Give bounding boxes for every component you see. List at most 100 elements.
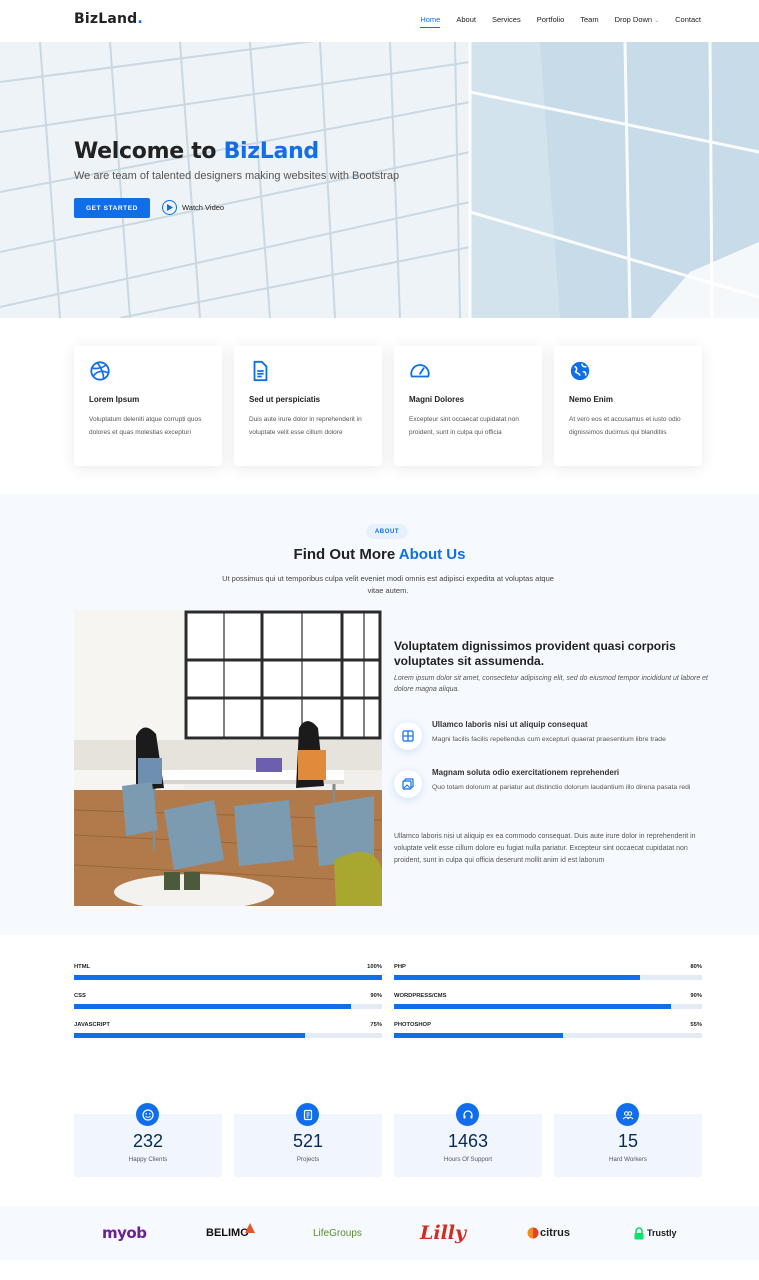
images-icon <box>394 770 422 798</box>
file-icon <box>253 360 268 382</box>
count-label: Projects <box>296 1156 320 1163</box>
count-box: 15 Hard Workers <box>554 1103 702 1177</box>
skill-progress-bar <box>394 975 702 980</box>
feature-desc: Voluptatum deleniti atque corrupti quos … <box>89 416 202 436</box>
skill-name: HTML <box>74 964 91 970</box>
count-label: Hard Workers <box>608 1156 648 1163</box>
nav-team[interactable]: Team <box>580 15 598 24</box>
count-box: 521 Projects <box>234 1103 382 1177</box>
nav-dropdown[interactable]: Drop Down ⌄ <box>615 15 660 24</box>
feature-card[interactable]: Lorem Ipsum Voluptatum deleniti atque co… <box>74 346 222 466</box>
main-nav: Home About Services Portfolio Team Drop … <box>404 15 701 28</box>
about-feature-title: Ullamco laboris nisi ut aliquip consequa… <box>432 720 588 729</box>
skill-percent: 75% <box>370 1022 382 1028</box>
feature-desc: Duis aute irure dolor in reprehenderit i… <box>249 416 362 436</box>
smile-icon <box>136 1103 159 1126</box>
nav-dropdown-label: Drop Down <box>614 15 653 24</box>
citrus-mark-icon <box>527 1227 539 1239</box>
skill-progress-fill <box>394 975 641 980</box>
hero-section: Welcome to BizLand We are team of talent… <box>0 42 759 318</box>
tachometer-icon <box>410 364 430 378</box>
nav-contact[interactable]: Contact <box>675 15 701 24</box>
headset-icon <box>456 1103 479 1126</box>
skill-percent: 100% <box>367 964 382 970</box>
client-logo-text: Trustly <box>647 1228 677 1238</box>
skill-progress-fill <box>74 1004 352 1009</box>
skill-percent: 90% <box>370 993 382 999</box>
watch-video-label: Watch Video <box>182 203 225 212</box>
count-box: 1463 Hours Of Support <box>394 1103 542 1177</box>
client-logo-trustly[interactable]: Trustly <box>633 1222 677 1244</box>
about-feature-item: Ullamco laboris nisi ut aliquip consequa… <box>394 720 714 750</box>
feature-title: Sed ut perspiciatis <box>249 395 321 404</box>
skill-javascript: JAVASCRIPT 75% <box>74 1022 382 1038</box>
client-logo-text: BELIMO <box>206 1227 249 1239</box>
section-description: Ut possimus qui ut temporibus culpa veli… <box>222 574 554 595</box>
dribbble-icon <box>90 361 110 381</box>
skill-progress-bar <box>74 1033 382 1038</box>
skill-name: WORDPRESS/CMS <box>394 993 447 999</box>
watch-video-button[interactable]: Watch Video <box>162 200 224 215</box>
client-logo-text: LifeGroups <box>313 1227 362 1239</box>
belimo-mark-icon <box>244 1223 255 1233</box>
about-lead: Lorem ipsum dolor sit amet, consectetur … <box>394 675 708 693</box>
skill-percent: 90% <box>690 993 702 999</box>
skill-php: PHP 80% <box>394 964 702 980</box>
skill-name: PHOTOSHOP <box>394 1022 431 1028</box>
about-feature-desc: Quo totam dolorum at pariatur aut distin… <box>432 784 691 791</box>
nav-home[interactable]: Home <box>420 15 441 28</box>
skill-css: CSS 90% <box>74 993 382 1009</box>
skill-name: CSS <box>74 993 86 999</box>
count-value: 521 <box>292 1131 324 1151</box>
client-logo-citrus[interactable]: citrus <box>527 1222 570 1244</box>
about-photo <box>74 610 382 906</box>
feature-title: Nemo Enim <box>569 395 614 404</box>
skill-progress-fill <box>394 1004 672 1009</box>
feature-card[interactable]: Sed ut perspiciatis Duis aute irure dolo… <box>234 346 382 466</box>
skill-percent: 80% <box>690 964 702 970</box>
skill-progress-fill <box>74 975 382 980</box>
count-value: 232 <box>132 1131 164 1151</box>
feature-desc: At vero eos et accusamus et iusto odio d… <box>569 416 681 436</box>
feature-desc: Excepteur sint occaecat cupidatat non pr… <box>409 416 519 436</box>
count-value: 1463 <box>447 1131 489 1151</box>
skill-progress-bar <box>394 1004 702 1009</box>
about-feature-desc: Magni facilis facilis repellendus cum ex… <box>432 736 666 743</box>
skill-progress-fill <box>394 1033 564 1038</box>
journal-icon <box>296 1103 319 1126</box>
hero-subtitle: We are team of talented designers making… <box>74 170 400 182</box>
skill-progress-bar <box>394 1033 702 1038</box>
nav-portfolio[interactable]: Portfolio <box>537 15 565 24</box>
client-logo-text: Lilly <box>420 1222 467 1244</box>
client-logo-text: myob <box>102 1224 147 1242</box>
skill-progress-bar <box>74 1004 382 1009</box>
skill-html: HTML 100% <box>74 964 382 980</box>
count-value: 15 <box>617 1131 639 1151</box>
feature-card[interactable]: Nemo Enim At vero eos et accusamus et iu… <box>554 346 702 466</box>
nav-services[interactable]: Services <box>492 15 521 24</box>
count-label: Hours Of Support <box>443 1156 493 1163</box>
chevron-down-icon: ⌄ <box>654 18 660 24</box>
skill-progress-bar <box>74 975 382 980</box>
client-logo-lifegroups[interactable]: LifeGroups <box>313 1222 362 1244</box>
site-header: BizLand. Home About Services Portfolio T… <box>0 0 759 42</box>
client-logo-belimo[interactable]: BELIMO <box>206 1222 255 1244</box>
feature-card[interactable]: Magni Dolores Excepteur sint occaecat cu… <box>394 346 542 466</box>
skill-name: JAVASCRIPT <box>74 1022 110 1028</box>
play-icon <box>162 200 177 215</box>
about-subtitle: Voluptatem dignissimos provident quasi c… <box>394 639 676 668</box>
client-logo-lilly[interactable]: Lilly <box>420 1222 466 1244</box>
about-paragraph: Ullamco laboris nisi ut aliquip ex ea co… <box>394 833 696 864</box>
skill-progress-fill <box>74 1033 305 1038</box>
about-feature-title: Magnam soluta odio exercitationem repreh… <box>432 768 620 777</box>
client-logo-text: citrus <box>540 1227 570 1239</box>
feature-title: Magni Dolores <box>409 395 465 404</box>
site-logo[interactable]: BizLand. <box>74 11 143 27</box>
client-logo-myob[interactable]: myob <box>102 1222 147 1244</box>
trustly-mark-icon <box>634 1226 644 1239</box>
hero-title: Welcome to BizLand <box>74 139 319 164</box>
get-started-button[interactable]: GET STARTED <box>74 198 150 218</box>
skill-photoshop: PHOTOSHOP 55% <box>394 1022 702 1038</box>
section-title: Find Out More About Us <box>293 546 466 563</box>
nav-about[interactable]: About <box>456 15 476 24</box>
